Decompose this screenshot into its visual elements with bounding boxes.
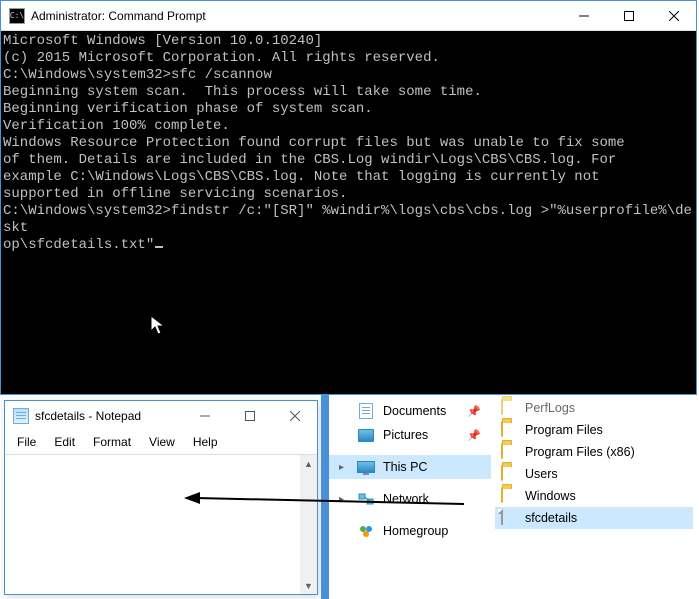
menu-format[interactable]: Format — [85, 433, 139, 451]
menu-file[interactable]: File — [9, 433, 44, 451]
item-label: Program Files — [525, 423, 603, 437]
scroll-up-icon[interactable]: ▲ — [300, 455, 317, 472]
command-prompt-window: C:\ Administrator: Command Prompt Micros… — [0, 0, 697, 395]
notepad-menubar: File Edit Format View Help — [5, 431, 317, 454]
nav-pictures[interactable]: Pictures 📌 — [329, 423, 491, 447]
folder-icon — [501, 421, 503, 437]
item-label: Program Files (x86) — [525, 445, 635, 459]
np-maximize-button[interactable] — [227, 401, 272, 431]
nav-documents[interactable]: Documents 📌 — [329, 399, 491, 423]
expand-icon[interactable]: ▸ — [339, 494, 349, 505]
homegroup-icon — [359, 524, 373, 538]
menu-view[interactable]: View — [141, 433, 183, 451]
notepad-window: sfcdetails - Notepad File Edit Format Vi… — [4, 400, 318, 595]
pictures-icon — [358, 429, 374, 442]
notepad-icon — [13, 408, 29, 424]
list-item[interactable]: Users — [495, 463, 693, 485]
notepad-titlebar[interactable]: sfcdetails - Notepad — [5, 401, 317, 431]
network-icon — [358, 493, 374, 505]
nav-label: Documents — [383, 404, 446, 418]
list-item[interactable]: Program Files — [495, 419, 693, 441]
cmd-icon: C:\ — [9, 8, 25, 24]
np-minimize-button[interactable] — [182, 401, 227, 431]
nav-label: Pictures — [383, 428, 428, 442]
item-label: Windows — [525, 489, 576, 503]
nav-label: Homegroup — [383, 524, 448, 538]
notepad-textarea[interactable]: ▲ ▼ — [5, 454, 317, 594]
folder-icon — [501, 399, 503, 415]
pin-icon: 📌 — [467, 429, 481, 442]
folder-icon — [501, 443, 503, 459]
close-button[interactable] — [651, 1, 696, 30]
np-close-button[interactable] — [272, 401, 317, 431]
cmd-titlebar[interactable]: C:\ Administrator: Command Prompt — [1, 1, 696, 31]
expand-icon[interactable]: ▸ — [339, 462, 349, 473]
this-pc-icon — [357, 461, 375, 473]
cmd-title: Administrator: Command Prompt — [31, 9, 561, 23]
item-label: Users — [525, 467, 558, 481]
nav-homegroup[interactable]: Homegroup — [329, 519, 491, 543]
window-divider[interactable] — [321, 395, 329, 599]
list-item-sfcdetails[interactable]: sfcdetails — [495, 507, 693, 529]
nav-label: Network — [383, 492, 429, 506]
menu-edit[interactable]: Edit — [46, 433, 83, 451]
explorer-nav-pane: Documents 📌 Pictures 📌 ▸ This PC ▸ Netwo… — [329, 395, 491, 599]
pin-icon: 📌 — [467, 405, 481, 418]
maximize-button[interactable] — [606, 1, 651, 30]
minimize-button[interactable] — [561, 1, 606, 30]
folder-icon — [501, 487, 503, 503]
file-explorer: Documents 📌 Pictures 📌 ▸ This PC ▸ Netwo… — [329, 395, 697, 599]
nav-label: This PC — [383, 460, 427, 474]
cursor — [155, 246, 163, 248]
folder-icon — [501, 465, 503, 481]
notepad-scrollbar[interactable]: ▲ ▼ — [300, 455, 317, 594]
nav-network[interactable]: ▸ Network — [329, 487, 491, 511]
explorer-file-list[interactable]: PerfLogs Program Files Program Files (x8… — [491, 395, 697, 599]
menu-help[interactable]: Help — [185, 433, 226, 451]
list-item[interactable]: Program Files (x86) — [495, 441, 693, 463]
documents-icon — [359, 403, 373, 419]
list-item[interactable]: Windows — [495, 485, 693, 507]
list-item[interactable]: PerfLogs — [495, 397, 693, 419]
notepad-title: sfcdetails - Notepad — [35, 409, 182, 423]
nav-this-pc[interactable]: ▸ This PC — [329, 455, 491, 479]
file-icon — [501, 509, 503, 525]
cmd-output[interactable]: Microsoft Windows [Version 10.0.10240](c… — [1, 31, 696, 256]
item-label: PerfLogs — [525, 401, 575, 415]
scroll-down-icon[interactable]: ▼ — [300, 577, 317, 594]
item-label: sfcdetails — [525, 511, 577, 525]
